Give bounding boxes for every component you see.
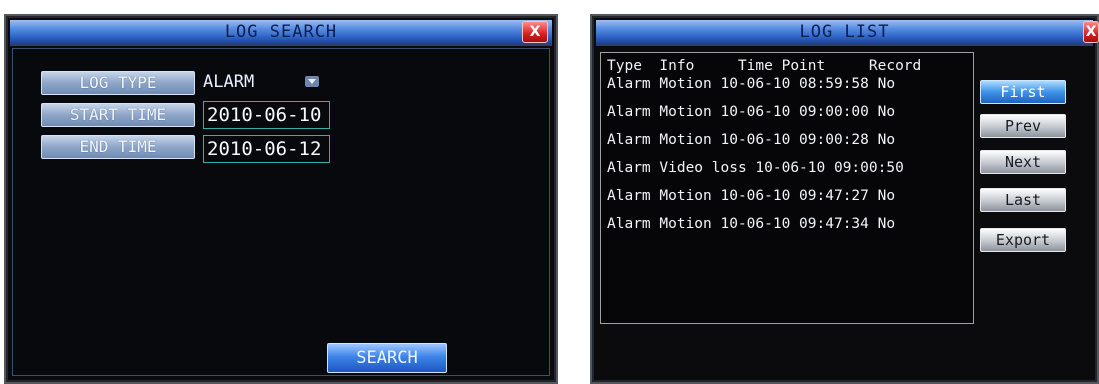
start-time-field[interactable]: 2010-06-10	[203, 101, 330, 129]
log-list-header: Type Info Time Point Record	[607, 58, 922, 74]
end-time-field[interactable]: 2010-06-12	[203, 135, 330, 163]
export-button[interactable]: Export	[980, 228, 1066, 252]
next-button[interactable]: Next	[980, 150, 1066, 174]
table-row[interactable]: Alarm Motion 10-06-10 09:47:34 No	[607, 215, 895, 233]
log-list-window: LOG LIST X Type Info Time Point Record A…	[590, 14, 1099, 384]
log-list-title: LOG LIST	[799, 22, 890, 42]
chevron-down-icon[interactable]	[305, 76, 319, 87]
log-list-table: Type Info Time Point Record Alarm Motion…	[600, 52, 974, 324]
table-row[interactable]: Alarm Motion 10-06-10 09:00:28 No	[607, 131, 895, 149]
log-search-titlebar: LOG SEARCH X	[10, 20, 552, 46]
log-search-title: LOG SEARCH	[224, 22, 338, 42]
close-icon[interactable]: X	[522, 21, 548, 43]
close-icon[interactable]: X	[1083, 21, 1099, 43]
table-row[interactable]: Alarm Motion 10-06-10 09:00:00 No	[607, 103, 895, 121]
log-list-titlebar: LOG LIST X	[596, 20, 1099, 46]
start-time-label: START TIME	[41, 103, 195, 127]
search-button[interactable]: SEARCH	[327, 343, 447, 373]
first-button[interactable]: First	[980, 80, 1066, 104]
end-time-label: END TIME	[41, 135, 195, 159]
table-row[interactable]: Alarm Motion 10-06-10 09:47:27 No	[607, 187, 895, 205]
log-type-label: LOG TYPE	[41, 71, 195, 95]
log-search-window: LOG SEARCH X LOG TYPE ALARM START TIME 2…	[4, 14, 558, 384]
log-type-value: ALARM	[203, 72, 255, 92]
prev-button[interactable]: Prev	[980, 114, 1066, 138]
log-type-select[interactable]: ALARM	[203, 71, 323, 93]
last-button[interactable]: Last	[980, 188, 1066, 212]
table-row[interactable]: Alarm Motion 10-06-10 08:59:58 No	[607, 75, 895, 93]
table-row[interactable]: Alarm Video loss 10-06-10 09:00:50	[607, 159, 904, 177]
log-search-panel: LOG TYPE ALARM START TIME 2010-06-10 END…	[12, 48, 550, 376]
